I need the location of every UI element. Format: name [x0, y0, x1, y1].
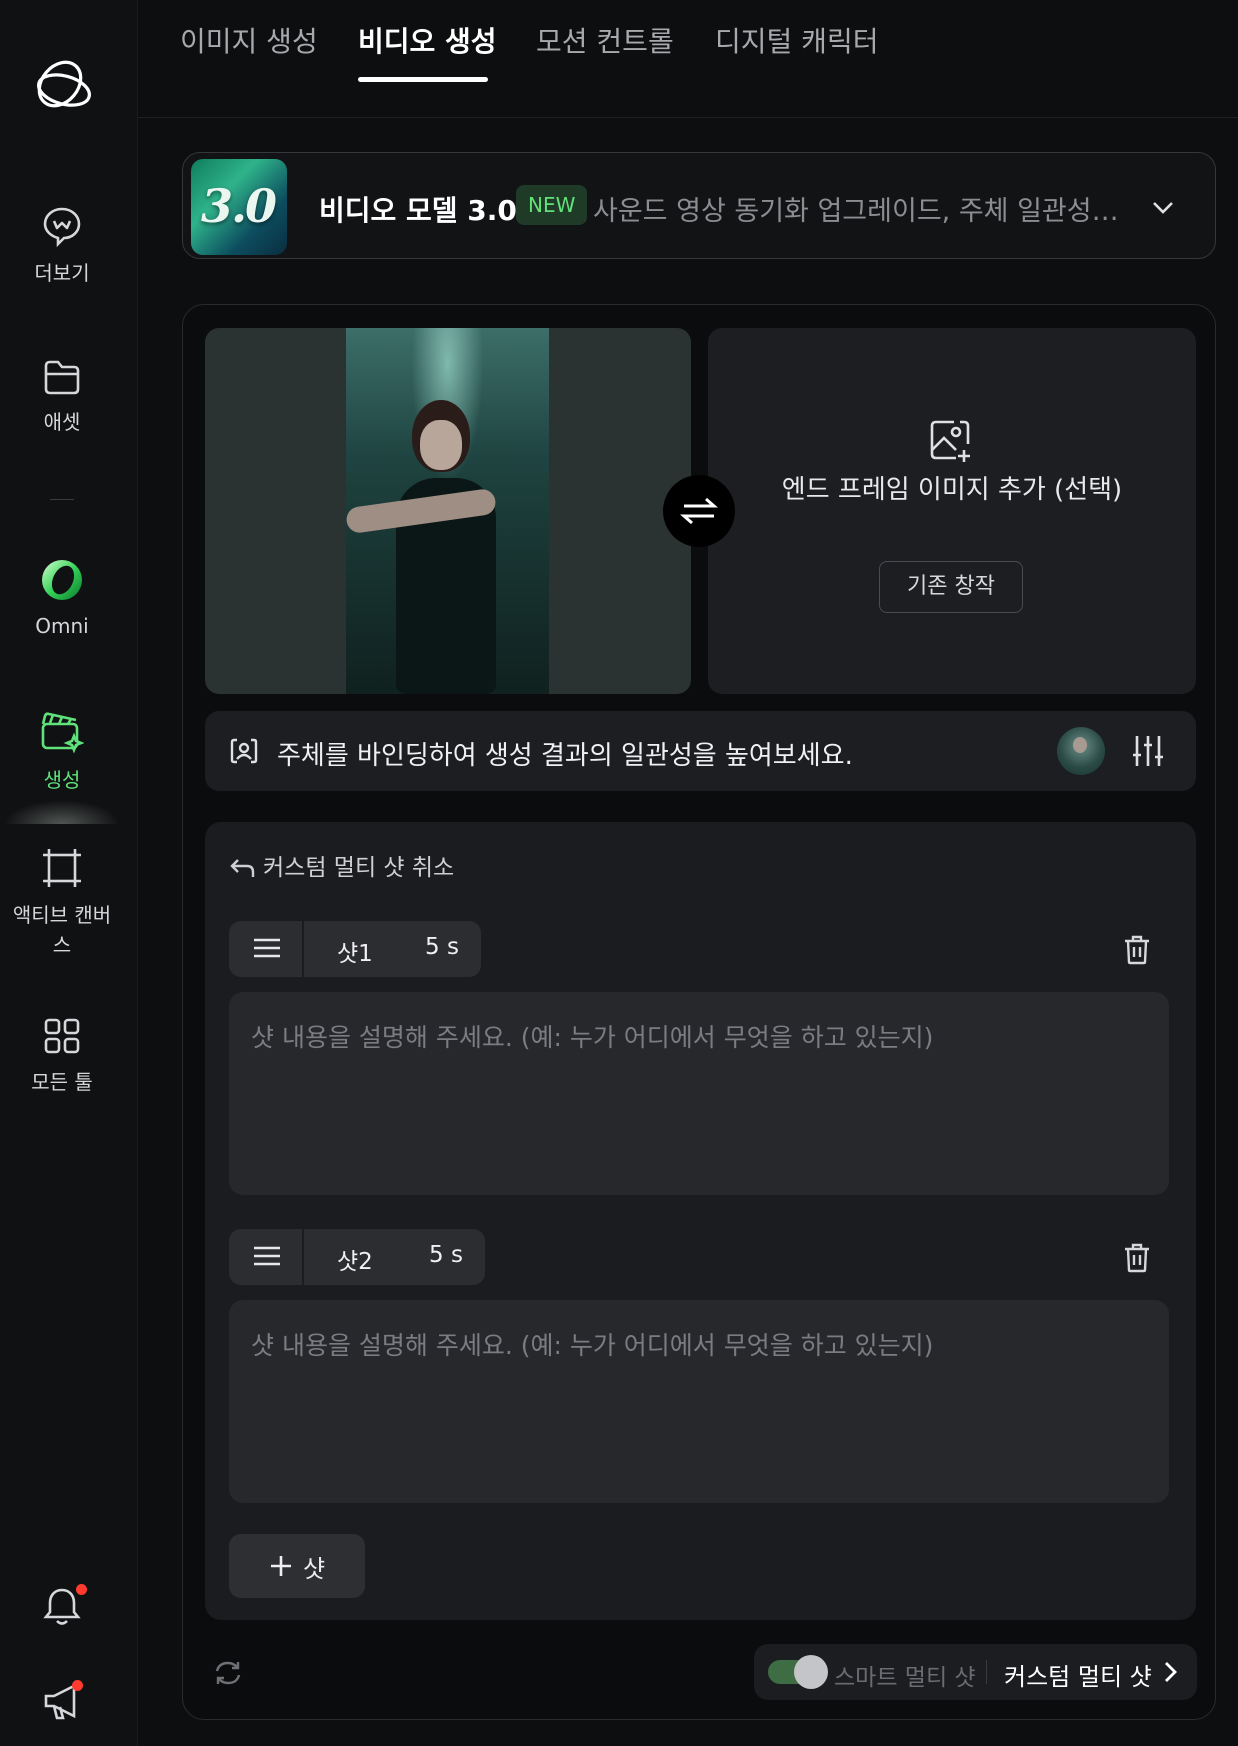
sidebar-item-label: Omni: [35, 614, 89, 638]
end-frame-dropzone[interactable]: 엔드 프레임 이미지 추가 (선택) 기존 창작: [708, 328, 1196, 694]
subject-binding-bar[interactable]: 주체를 바인딩하여 생성 결과의 일관성을 높여보세요.: [205, 711, 1196, 791]
smart-multishot-toggle[interactable]: [768, 1655, 828, 1689]
custom-multishot-editor: 커스텀 멀티 샷 취소 샷1 5 s 샷2: [205, 822, 1196, 1620]
sidebar-item-label: 더보기: [34, 261, 90, 285]
swap-frames-button[interactable]: [663, 475, 735, 547]
shot-header: 샷1 5 s: [229, 921, 481, 977]
model-thumbnail: 3.0: [191, 159, 287, 255]
active-indicator: [4, 800, 120, 824]
tab-image-generation[interactable]: 이미지 생성: [180, 20, 318, 60]
pill-divider: [986, 1660, 987, 1684]
canvas-crop-icon: [43, 849, 81, 887]
tab-video-generation[interactable]: 비디오 생성: [358, 20, 497, 60]
generation-panel: 엔드 프레임 이미지 추가 (선택) 기존 창작 주체를 바인딩하여 생성 결과…: [182, 304, 1216, 1720]
sidebar: 더보기 애셋 Omni 생성 액티브 캔버스 모든 툴: [0, 0, 138, 1746]
subject-bind-icon: [230, 738, 258, 764]
grid-icon: [44, 1018, 80, 1054]
start-frame-photo: [344, 328, 549, 694]
sidebar-item-active-canvas[interactable]: 액티브 캔버스: [0, 846, 124, 960]
shot-duration[interactable]: 5 s: [425, 934, 459, 960]
existing-creation-button[interactable]: 기존 창작: [879, 561, 1023, 613]
chevron-right-icon[interactable]: [1162, 1660, 1178, 1684]
header-divider: [138, 117, 1238, 118]
plus-icon: [270, 1556, 291, 1576]
sidebar-item-assets[interactable]: 애셋: [0, 358, 124, 435]
model-description: 사운드 영상 동기화 업그레이드, 주체 일관성 ...: [593, 196, 1123, 227]
notification-dot: [72, 1680, 83, 1691]
model-thumbnail-text: 3.0: [201, 179, 277, 233]
model-selector[interactable]: 3.0 비디오 모델 3.0 NEW 사운드 영상 동기화 업그레이드, 주체 …: [182, 152, 1216, 259]
drag-handle-icon: [254, 1246, 280, 1266]
model-name: 비디오 모델 3.0: [319, 194, 517, 227]
omni-ring-icon: [42, 560, 82, 600]
drag-handle-icon: [254, 938, 280, 958]
subject-avatar[interactable]: [1057, 727, 1105, 775]
tab-motion-control[interactable]: 모션 컨트롤: [536, 20, 674, 60]
drag-handle[interactable]: [229, 921, 304, 977]
swap-arrows-icon: [680, 497, 718, 525]
undo-arrow-icon: [230, 859, 255, 877]
multishot-mode-switch: 스마트 멀티 샷 커스텀 멀티 샷: [754, 1644, 1197, 1700]
sliders-icon[interactable]: [1131, 733, 1165, 769]
announcements-button[interactable]: [40, 1680, 84, 1724]
new-badge: NEW: [516, 185, 588, 225]
add-shot-label: 샷: [302, 1554, 326, 1583]
chevron-down-icon[interactable]: [1147, 191, 1179, 223]
subject-binding-text: 주체를 바인딩하여 생성 결과의 일관성을 높여보세요.: [277, 741, 853, 771]
drag-handle[interactable]: [229, 1229, 304, 1285]
shot-name: 샷2: [337, 1249, 373, 1275]
sidebar-item-label: 모든 툴: [31, 1070, 93, 1094]
folder-icon: [44, 360, 80, 395]
sidebar-item-omni[interactable]: Omni: [0, 556, 124, 638]
clapper-sparkle-icon: [41, 712, 84, 754]
cancel-custom-multishot-button[interactable]: 커스텀 멀티 샷 취소: [229, 848, 454, 882]
shot-name: 샷1: [337, 941, 373, 967]
refresh-icon[interactable]: [213, 1658, 243, 1688]
sidebar-item-all-tools[interactable]: 모든 툴: [0, 1016, 124, 1095]
shot-description-input[interactable]: [229, 1300, 1169, 1503]
sidebar-item-label: 애셋: [43, 410, 81, 434]
start-frame-image[interactable]: [205, 328, 691, 694]
cancel-label: 커스텀 멀티 샷 취소: [263, 855, 455, 881]
shot-header: 샷2 5 s: [229, 1229, 485, 1285]
tab-digital-character[interactable]: 디지털 캐릭터: [715, 20, 878, 60]
notifications-button[interactable]: [40, 1584, 87, 1628]
chat-bubble-icon: [43, 207, 81, 247]
sidebar-divider: [50, 499, 74, 500]
active-tab-underline: [358, 77, 488, 82]
add-image-icon: [930, 420, 970, 462]
add-shot-button[interactable]: 샷: [229, 1534, 365, 1598]
app-logo-icon[interactable]: [30, 54, 94, 118]
sidebar-item-create[interactable]: 생성: [0, 710, 124, 793]
shot-duration[interactable]: 5 s: [429, 1242, 463, 1268]
sidebar-item-label: 액티브 캔버스: [12, 903, 112, 957]
trash-icon[interactable]: [1123, 935, 1151, 965]
sidebar-item-label: 생성: [43, 768, 81, 792]
end-frame-title: 엔드 프레임 이미지 추가 (선택): [781, 475, 1123, 505]
shot-description-input[interactable]: [229, 992, 1169, 1195]
sidebar-item-more[interactable]: 더보기: [0, 205, 124, 286]
smart-multishot-label: 스마트 멀티 샷: [834, 1665, 976, 1691]
custom-multishot-link[interactable]: 커스텀 멀티 샷: [1004, 1657, 1152, 1692]
trash-icon[interactable]: [1123, 1243, 1151, 1273]
toggle-knob: [794, 1655, 828, 1689]
notification-dot: [76, 1584, 87, 1595]
